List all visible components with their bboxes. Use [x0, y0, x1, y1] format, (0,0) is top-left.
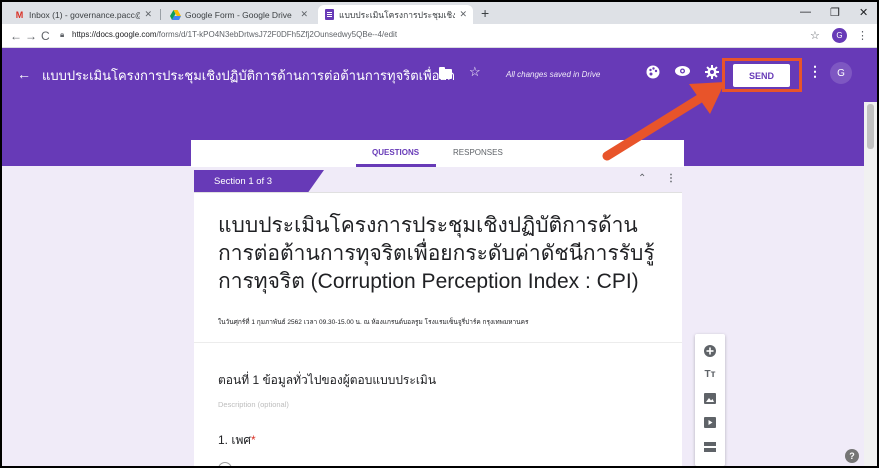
- help-icon[interactable]: ?: [845, 449, 859, 463]
- close-icon[interactable]: ✕: [300, 9, 308, 20]
- scrollbar-thumb[interactable]: [867, 104, 874, 149]
- new-tab-icon[interactable]: +: [481, 5, 489, 21]
- tab-divider: [160, 9, 161, 20]
- section-divider: [194, 342, 682, 343]
- form-toolbar: ← แบบประเมินโครงการประชุมเชิงปฏิบัติการด…: [2, 48, 877, 102]
- back-arrow-icon[interactable]: ←: [17, 66, 31, 82]
- add-title-icon[interactable]: Tт: [695, 369, 725, 380]
- sub-section-title[interactable]: ตอนที่ 1 ข้อมูลทั่วไปของผู้ตอบแบบประเมิน: [218, 371, 436, 390]
- address-bar: ← → C 🔒︎ https://docs.google.com/forms/d…: [2, 24, 877, 48]
- save-status: All changes saved in Drive: [506, 70, 601, 79]
- form-description[interactable]: ในวันศุกร์ที่ 1 กุมภาพันธ์ 2562 เวลา 09.…: [218, 317, 528, 327]
- star-icon[interactable]: ☆: [469, 64, 481, 80]
- profile-avatar[interactable]: G: [832, 28, 847, 43]
- browser-tab-gmail[interactable]: M Inbox (1) - governance.pacc@gm ✕: [8, 5, 158, 24]
- question-1-text: 1. เพศ: [218, 433, 251, 447]
- tab-strip: M Inbox (1) - governance.pacc@gm ✕ Googl…: [2, 2, 877, 24]
- forms-icon: [324, 9, 335, 20]
- gmail-icon: M: [15, 9, 24, 20]
- section-more-icon[interactable]: ⋮: [666, 173, 676, 184]
- browser-tab-label: แบบประเมินโครงการประชุมเชิงปฏิบัติ: [339, 9, 456, 20]
- add-question-icon[interactable]: [695, 345, 725, 360]
- browser-tab-label: Inbox (1) - governance.pacc@gm: [29, 9, 140, 20]
- add-image-icon[interactable]: [695, 393, 725, 407]
- bookmark-star-icon[interactable]: ☆: [810, 29, 820, 42]
- browser-tab-drive[interactable]: Google Form - Google Drive ✕: [164, 5, 314, 24]
- annotation-arrow: [602, 82, 725, 161]
- tab-questions[interactable]: QUESTIONS: [372, 148, 419, 157]
- browser-menu-icon[interactable]: ⋮: [857, 29, 868, 42]
- avatar[interactable]: G: [830, 62, 852, 84]
- browser-tab-label: Google Form - Google Drive: [185, 9, 292, 20]
- folder-icon[interactable]: [439, 67, 452, 79]
- sub-section-description[interactable]: Description (optional): [218, 400, 289, 409]
- tab-responses[interactable]: RESPONSES: [453, 148, 503, 157]
- scrollbar[interactable]: [864, 102, 877, 466]
- reload-icon[interactable]: C: [41, 29, 50, 43]
- back-icon[interactable]: ←: [10, 29, 22, 43]
- add-section-icon[interactable]: [695, 442, 725, 455]
- form-title[interactable]: แบบประเมินโครงการประชุมเชิงปฏิบัติการด้า…: [42, 65, 455, 86]
- side-toolbar: Tт: [695, 334, 725, 466]
- send-button[interactable]: SEND: [733, 64, 790, 87]
- more-vert-icon[interactable]: ⋮: [808, 63, 822, 80]
- browser-tab-forms[interactable]: แบบประเมินโครงการประชุมเชิงปฏิบัติ ✕: [318, 5, 473, 24]
- form-document-title[interactable]: แบบประเมินโครงการประชุมเชิงปฏิบัติการด้า…: [218, 212, 668, 296]
- add-video-icon[interactable]: [695, 417, 725, 431]
- active-tab-indicator: [356, 164, 436, 167]
- minimize-icon[interactable]: —: [800, 6, 811, 18]
- question-1[interactable]: 1. เพศ*: [218, 431, 256, 450]
- section-badge: Section 1 of 3: [194, 170, 324, 192]
- url-field[interactable]: https://docs.google.com/forms/d/1T-kPO4N…: [72, 30, 397, 39]
- url-host: https://docs.google.com: [72, 30, 157, 39]
- forward-icon[interactable]: →: [25, 29, 37, 43]
- restore-icon[interactable]: ❐: [830, 6, 840, 19]
- url-path: /forms/d/1T-kPO4N3ebDrtwsJ72F0DFh5Zfj2Ou…: [156, 30, 398, 39]
- close-icon[interactable]: ✕: [459, 9, 467, 20]
- close-icon[interactable]: ✕: [144, 9, 152, 20]
- required-mark: *: [250, 433, 256, 447]
- drive-icon: [170, 9, 181, 20]
- collapse-section-icon[interactable]: ⌃: [638, 173, 646, 184]
- browser-window: M Inbox (1) - governance.pacc@gm ✕ Googl…: [2, 2, 877, 466]
- lock-icon: 🔒︎: [60, 30, 65, 39]
- close-window-icon[interactable]: ✕: [859, 6, 868, 19]
